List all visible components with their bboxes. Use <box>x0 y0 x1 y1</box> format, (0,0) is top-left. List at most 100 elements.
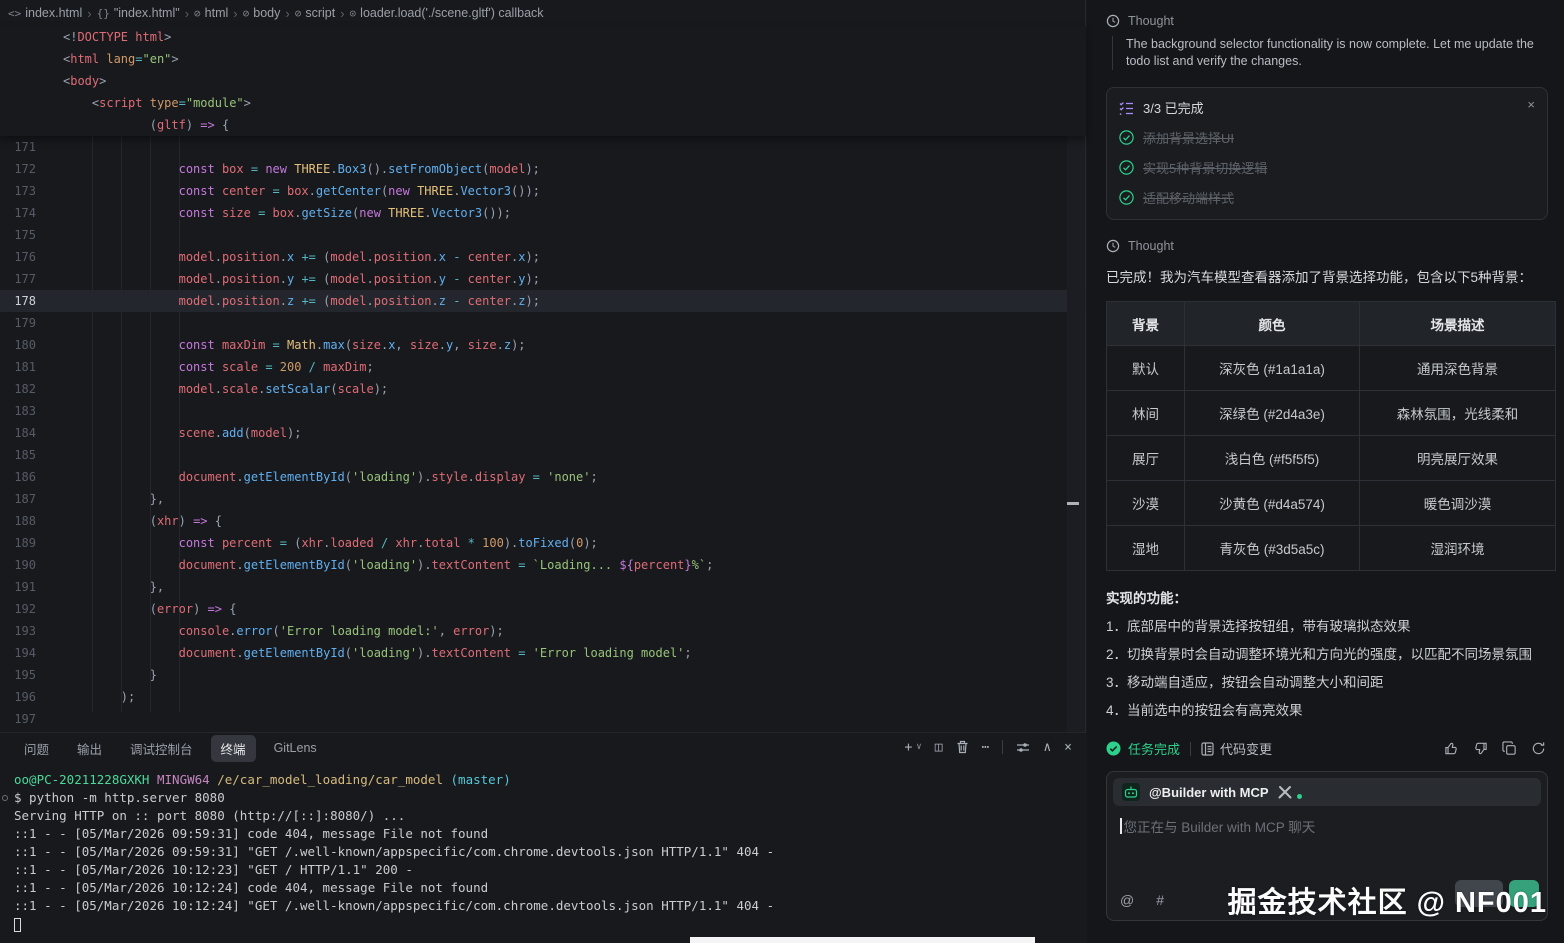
code-line[interactable]: 197 <box>0 708 1086 730</box>
refresh-icon[interactable] <box>1531 741 1546 756</box>
trash-icon[interactable] <box>956 737 969 757</box>
terminal-cursor <box>14 918 21 932</box>
thought-header[interactable]: Thought <box>1106 239 1548 253</box>
panel-tab-调试控制台[interactable]: 调试控制台 <box>120 735 203 762</box>
code-changes-button[interactable]: 代码变更 <box>1201 739 1272 758</box>
code-line[interactable]: 192 (error) => { <box>0 598 1086 620</box>
check-circle-icon <box>1119 160 1134 175</box>
code-line[interactable]: 185 <box>0 444 1086 466</box>
terminal-line: Serving HTTP on :: port 8080 (http://[::… <box>14 807 1066 825</box>
chat-input[interactable]: 您正在与 Builder with MCP 聊天 <box>1120 816 1315 836</box>
breadcrumb-item[interactable]: ⊙loader.load('./scene.gltf') callback <box>350 6 544 20</box>
thought-text: The background selector functionality is… <box>1112 36 1542 70</box>
breadcrumb-item[interactable]: <>index.html <box>8 6 82 20</box>
terminal-output[interactable]: oo@PC-20211228GXKH MINGW64 /e/car_model_… <box>14 771 1066 933</box>
new-terminal-icon[interactable]: + <box>904 737 912 757</box>
breadcrumb-item[interactable]: ⊘script <box>295 6 336 20</box>
hash-icon[interactable]: # <box>1156 892 1164 908</box>
check-circle-icon <box>1106 741 1121 756</box>
code-line[interactable]: 195 } <box>0 664 1086 686</box>
maximize-panel-icon[interactable]: ∧ <box>1043 737 1051 757</box>
code-editor[interactable]: 171172 const box = new THREE.Box3().setF… <box>0 136 1086 732</box>
thought-icon <box>1106 14 1120 28</box>
line-number: 189 <box>0 532 36 554</box>
code-line[interactable]: 190 document.getElementById('loading').t… <box>0 554 1086 576</box>
panel-tab-GitLens[interactable]: GitLens <box>264 737 327 759</box>
table-cell: 通用深色背景 <box>1360 346 1556 391</box>
terminal-line: ::1 - - [05/Mar/2026 10:12:24] code 404,… <box>14 879 1066 897</box>
line-number: 181 <box>0 356 36 378</box>
table-header-cell: 背景 <box>1107 302 1185 346</box>
mention-icon[interactable]: @ <box>1120 892 1134 908</box>
sticky-line[interactable]: <html lang="en"> <box>0 48 1086 70</box>
breadcrumb-item[interactable]: ⊘body <box>243 6 281 20</box>
split-terminal-icon[interactable]: ◫ <box>935 737 943 757</box>
line-number: 184 <box>0 422 36 444</box>
code-line[interactable]: 188 (xhr) => { <box>0 510 1086 532</box>
code-line[interactable]: 176 model.position.x += (model.position.… <box>0 246 1086 268</box>
table-cell: 林间 <box>1107 391 1185 436</box>
launch-profile-icon[interactable] <box>1016 737 1030 757</box>
code-line[interactable]: 189 const percent = (xhr.loaded / xhr.to… <box>0 532 1086 554</box>
code-line[interactable]: 171 <box>0 136 1086 158</box>
thought-header[interactable]: Thought <box>1106 14 1548 28</box>
code-line[interactable]: 173 const center = box.getCenter(new THR… <box>0 180 1086 202</box>
code-line[interactable]: 186 document.getElementById('loading').s… <box>0 466 1086 488</box>
sticky-line[interactable]: <body> <box>0 70 1086 92</box>
sticky-line[interactable]: (gltf) => { <box>0 114 1086 136</box>
code-line[interactable]: 177 model.position.y += (model.position.… <box>0 268 1086 290</box>
close-panel-icon[interactable]: × <box>1064 737 1072 757</box>
code-line[interactable]: 178 model.position.z += (model.position.… <box>0 290 1086 312</box>
code-line[interactable]: 184 scene.add(model); <box>0 422 1086 444</box>
copy-icon[interactable] <box>1502 741 1517 756</box>
ai-assistant-panel: Thought The background selector function… <box>1087 0 1564 943</box>
cutoff-window-edge <box>690 937 1035 943</box>
sticky-line[interactable]: <script type="module"> <box>0 92 1086 114</box>
code-line[interactable]: 174 const size = box.getSize(new THREE.V… <box>0 202 1086 224</box>
code-line[interactable]: 194 document.getElementById('loading').t… <box>0 642 1086 664</box>
more-icon[interactable]: ⋯ <box>982 737 990 757</box>
table-cell: 明亮展厅效果 <box>1360 436 1556 481</box>
check-circle-icon <box>1119 190 1134 205</box>
code-line[interactable]: 196 ); <box>0 686 1086 708</box>
todo-card: 3/3 已完成 × 添加背景选择UI实现5种背景切换逻辑适配移动端样式 <box>1106 87 1548 220</box>
panel-tab-输出[interactable]: 输出 <box>67 735 112 762</box>
code-line[interactable]: 179 <box>0 312 1086 334</box>
panel-tab-问题[interactable]: 问题 <box>14 735 59 762</box>
collapse-icon[interactable]: × <box>1527 97 1535 112</box>
command-decoration[interactable] <box>2 795 8 801</box>
table-cell: 深绿色 (#2d4a3e) <box>1185 391 1360 436</box>
thumbs-down-icon[interactable] <box>1473 741 1488 756</box>
code-line[interactable]: 182 model.scale.setScalar(scale); <box>0 378 1086 400</box>
code-line[interactable]: 172 const box = new THREE.Box3().setFrom… <box>0 158 1086 180</box>
code-line[interactable]: 181 const scale = 200 / maxDim; <box>0 356 1086 378</box>
line-number: 178 <box>0 290 36 312</box>
thumbs-up-icon[interactable] <box>1444 741 1459 756</box>
code-line[interactable]: 175 <box>0 224 1086 246</box>
line-number: 196 <box>0 686 36 708</box>
terminal-line: ::1 - - [05/Mar/2026 10:12:23] "GET / HT… <box>14 861 1066 879</box>
breadcrumb: <>index.html›{}"index.html"›⊘html›⊘body›… <box>0 0 1085 26</box>
assistant-message: 已完成！我为汽车模型查看器添加了背景选择功能，包含以下5种背景： <box>1106 266 1548 286</box>
code-line[interactable]: 183 <box>0 400 1086 422</box>
sticky-line[interactable]: <!DOCTYPE html> <box>0 26 1086 48</box>
panel-tab-终端[interactable]: 终端 <box>211 735 256 762</box>
status-dot <box>1297 794 1302 799</box>
code-line[interactable]: 193 console.error('Error loading model:'… <box>0 620 1086 642</box>
line-number: 179 <box>0 312 36 334</box>
thought-icon <box>1106 239 1120 253</box>
chevron-right-icon: › <box>233 6 237 21</box>
table-cell: 深灰色 (#1a1a1a) <box>1185 346 1360 391</box>
agent-chip[interactable]: @Builder with MCP <box>1113 778 1541 806</box>
code-line[interactable]: 187 }, <box>0 488 1086 510</box>
breadcrumb-item[interactable]: {}"index.html" <box>97 6 180 20</box>
chevron-down-icon[interactable]: ∨ <box>916 737 921 757</box>
table-row: 林间深绿色 (#2d4a3e)森林氛围，光线柔和 <box>1107 391 1556 436</box>
code-line[interactable]: 180 const maxDim = Math.max(size.x, size… <box>0 334 1086 356</box>
line-number: 185 <box>0 444 36 466</box>
code-line[interactable]: 191 }, <box>0 576 1086 598</box>
line-number: 177 <box>0 268 36 290</box>
terminal-line: oo@PC-20211228GXKH MINGW64 /e/car_model_… <box>14 771 1066 789</box>
line-number: 188 <box>0 510 36 532</box>
breadcrumb-item[interactable]: ⊘html <box>194 6 228 20</box>
